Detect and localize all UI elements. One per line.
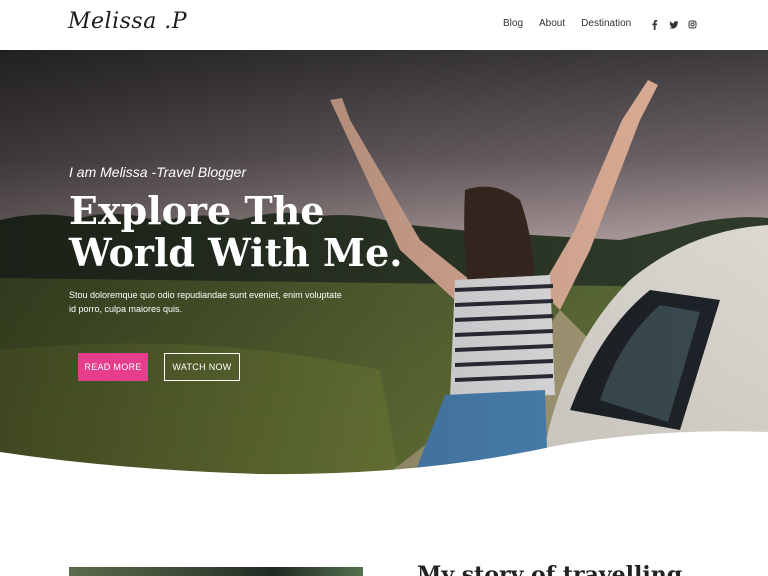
social-links [650, 17, 697, 30]
hero-title-line1: Explore The [69, 188, 325, 233]
main-nav: Blog About Destination [503, 18, 647, 29]
hero-section: I am Melissa -Travel Blogger Explore The… [0, 50, 768, 480]
site-logo[interactable]: Melissa .P [68, 9, 187, 34]
story-image [69, 567, 363, 576]
watch-now-button[interactable]: WATCH NOW [164, 353, 240, 381]
instagram-icon[interactable] [688, 17, 697, 29]
facebook-icon[interactable] [650, 17, 659, 30]
nav-link-destination[interactable]: Destination [581, 18, 631, 29]
story-title: My story of travelling [417, 562, 683, 576]
hero-title-line2: World With Me. [69, 230, 403, 275]
hero-description: Stou doloremque quo odio repudiandae sun… [69, 290, 342, 314]
site-header: Melissa .P Blog About Destination [0, 0, 768, 50]
nav-link-blog[interactable]: Blog [503, 18, 523, 29]
read-more-button[interactable]: READ MORE [78, 353, 148, 381]
hero-title: Explore The World With Me. [69, 190, 429, 274]
nav-link-about[interactable]: About [539, 18, 565, 29]
hero-subtitle: I am Melissa -Travel Blogger [69, 164, 247, 180]
twitter-icon[interactable] [669, 17, 679, 29]
